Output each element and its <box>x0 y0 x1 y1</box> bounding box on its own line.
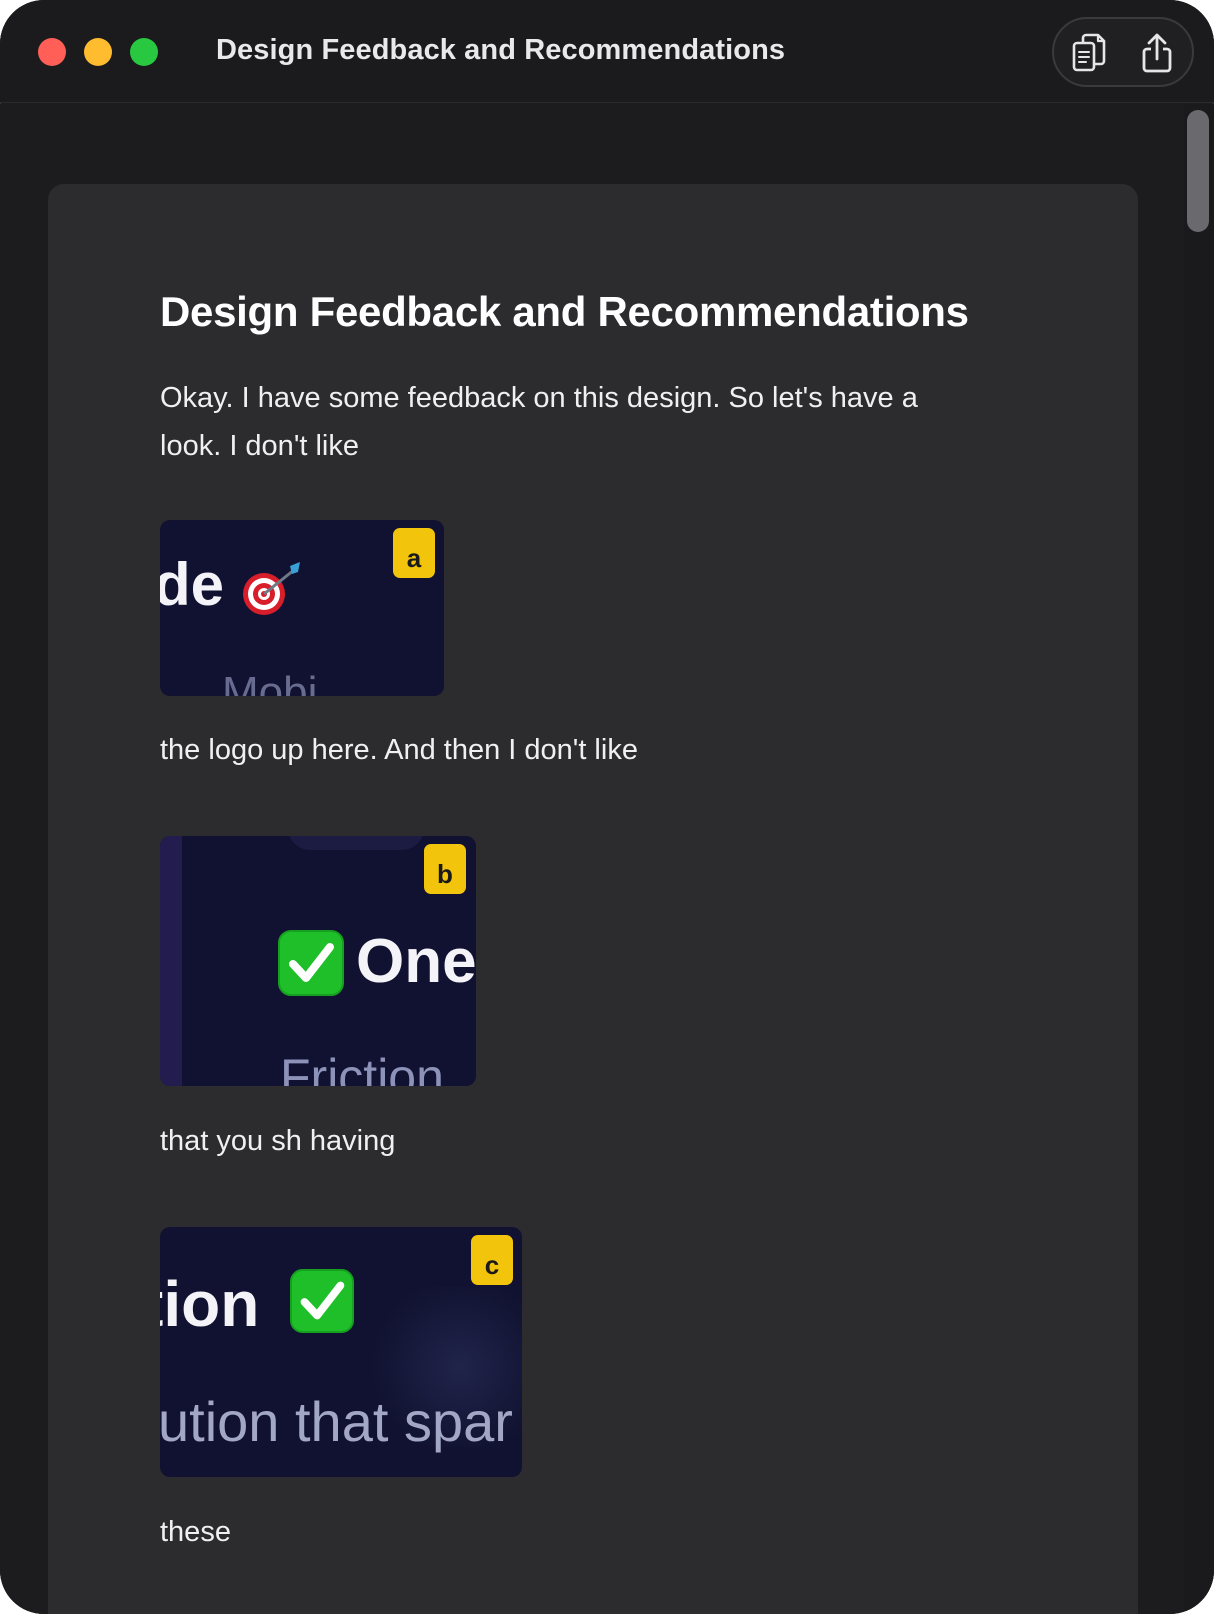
toolbar-group <box>1052 17 1194 87</box>
check-icon <box>290 1269 354 1333</box>
title-bar[interactable]: Design Feedback and Recommendations <box>0 0 1214 103</box>
screenshot-text: One <box>356 927 476 996</box>
screenshot-faint-text: Friction <box>280 1049 444 1086</box>
paragraph: that you sh having <box>160 1125 396 1157</box>
app-window: Design Feedback and Recommendations Desi… <box>0 0 1214 1614</box>
target-icon <box>243 562 300 615</box>
window-title: Design Feedback and Recommendations <box>216 34 786 66</box>
screenshot-text: tion <box>160 1268 260 1340</box>
scrollbar-thumb[interactable] <box>1187 110 1209 232</box>
scrollbar-track[interactable] <box>1184 104 1214 1614</box>
document-card: Design Feedback and Recommendations Okay… <box>48 184 1138 1614</box>
screenshot-faint-text: Mobi <box>222 668 318 696</box>
screenshot-badge: a <box>393 528 435 578</box>
sidebar-strip <box>160 836 182 1086</box>
paragraph: Okay. I have some feedback on this desig… <box>160 382 918 462</box>
close-button[interactable] <box>38 38 66 66</box>
share-button[interactable] <box>1132 29 1182 77</box>
notch-shape <box>288 836 424 850</box>
screenshot-text: de <box>160 551 225 618</box>
screenshot-faint-text: ution that spar <box>160 1390 513 1453</box>
screenshot-b[interactable]: One Friction b <box>160 836 476 1086</box>
copy-button[interactable] <box>1064 29 1114 77</box>
screenshot-a[interactable]: de Mobi a <box>160 520 444 696</box>
copy-icon <box>1072 33 1106 72</box>
paragraph: these <box>160 1516 231 1548</box>
screenshot-badge: c <box>471 1235 513 1285</box>
screenshot-badge: b <box>424 844 466 894</box>
screenshot-c[interactable]: tion ution that spar c <box>160 1227 522 1477</box>
document-title: Design Feedback and Recommendations <box>160 288 969 335</box>
share-icon <box>1142 33 1172 73</box>
paragraph: the logo up here. And then I don't like <box>160 734 638 766</box>
check-icon <box>278 930 344 996</box>
content-scroll-area[interactable]: Design Feedback and Recommendations Okay… <box>0 104 1214 1614</box>
minimize-button[interactable] <box>84 38 112 66</box>
maximize-button[interactable] <box>130 38 158 66</box>
